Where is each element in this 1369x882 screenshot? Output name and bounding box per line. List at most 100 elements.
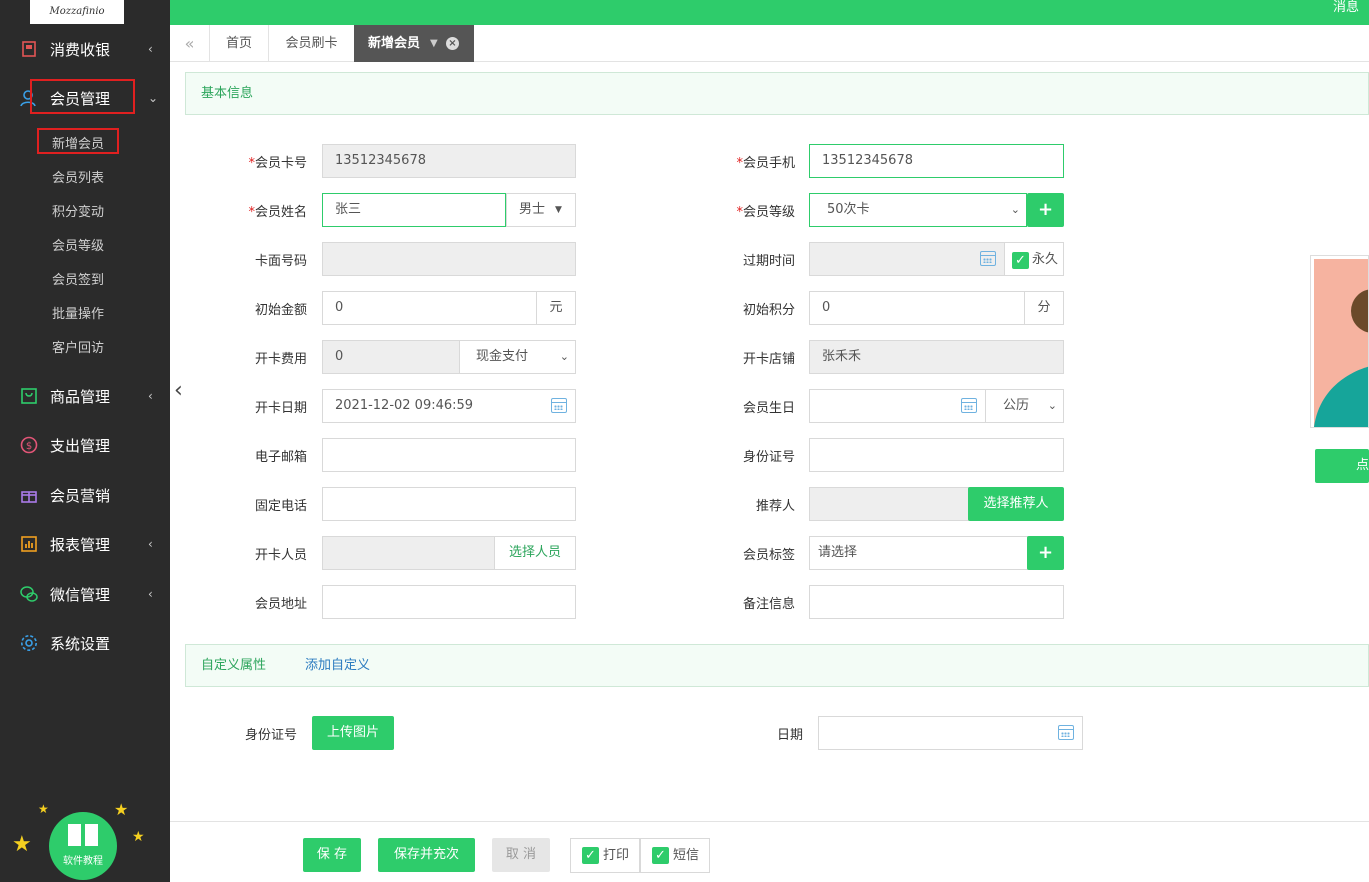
- init-points-label: 初始积分: [742, 303, 795, 318]
- tab-member-swipe[interactable]: 会员刷卡: [268, 25, 354, 62]
- opener-input[interactable]: [322, 536, 496, 570]
- mobile-input[interactable]: 13512345678: [809, 144, 1064, 178]
- gender-select[interactable]: 男士 ▼: [506, 193, 576, 227]
- init-amount-input[interactable]: 0: [322, 291, 537, 325]
- avatar-icon: [1314, 259, 1368, 427]
- menu-label: 报表管理: [50, 535, 111, 554]
- star-icon: ★: [12, 832, 32, 857]
- tags-label: 会员标签: [742, 548, 795, 563]
- init-points-input[interactable]: 0: [809, 291, 1025, 325]
- chevron-down-icon: ⌄: [559, 350, 569, 363]
- id-card-label: 身份证号: [742, 450, 795, 465]
- level-select[interactable]: 50次卡 ⌄: [809, 193, 1027, 227]
- highlight-box: [37, 128, 119, 154]
- card-fee-label: 开卡费用: [254, 352, 307, 367]
- email-label: 电子邮箱: [254, 450, 307, 465]
- calendar-icon[interactable]: [1058, 725, 1074, 740]
- chevron-left-icon: ‹: [148, 389, 153, 403]
- open-date-input[interactable]: 2021-12-02 09:46:59: [322, 389, 576, 423]
- add-tag-button[interactable]: +: [1027, 536, 1064, 570]
- menu-expense[interactable]: $ 支出管理: [0, 425, 170, 465]
- top-bar: 消息: [170, 0, 1369, 25]
- tags-select[interactable]: 请选择: [809, 536, 1028, 570]
- logo: Mozzafinio: [30, 0, 124, 24]
- chevron-down-icon: ⌄: [148, 91, 159, 105]
- expire-input[interactable]: [809, 242, 1005, 276]
- print-checkbox[interactable]: ✓ 打印: [570, 838, 640, 873]
- pay-method-select[interactable]: 现金支付 ⌄: [459, 340, 576, 374]
- sub-item-points[interactable]: 积分变动: [52, 201, 104, 220]
- select-referrer-button[interactable]: 选择推荐人: [968, 487, 1064, 521]
- product-icon: [21, 388, 37, 404]
- tab-home[interactable]: 首页: [210, 25, 268, 62]
- member-photo[interactable]: [1310, 255, 1369, 428]
- referrer-input[interactable]: [809, 487, 969, 521]
- calendar-type-select[interactable]: 公历 ⌄: [985, 389, 1064, 423]
- add-level-button[interactable]: +: [1027, 193, 1064, 227]
- gift-icon: [21, 491, 37, 503]
- init-amount-label: 初始金额: [254, 303, 307, 318]
- card-face-input[interactable]: [322, 242, 576, 276]
- sub-item-member-list[interactable]: 会员列表: [52, 167, 104, 186]
- email-input[interactable]: [322, 438, 576, 472]
- tab-scroll-left-icon[interactable]: «: [170, 25, 210, 62]
- card-no-input[interactable]: 13512345678: [322, 144, 576, 178]
- sidebar: Mozzafinio 消费收银 ‹ 会员管理 ⌄ 新增会员 会员列表 积分变动 …: [0, 0, 170, 882]
- report-icon: [21, 536, 37, 552]
- sub-item-levels[interactable]: 会员等级: [52, 235, 104, 254]
- menu-label: 消费收银: [50, 40, 111, 59]
- upload-photo-button[interactable]: 点: [1315, 449, 1369, 483]
- card-face-label: 卡面号码: [254, 254, 307, 269]
- expire-label: 过期时间: [742, 254, 795, 269]
- save-button[interactable]: 保 存: [303, 838, 361, 872]
- star-icon: ★: [114, 800, 129, 819]
- calendar-icon[interactable]: [551, 398, 567, 413]
- store-label: 开卡店铺: [742, 352, 795, 367]
- section-basic-info: 基本信息: [185, 72, 1369, 115]
- card-fee-input[interactable]: 0: [322, 340, 460, 374]
- menu-report[interactable]: 报表管理 ‹: [0, 524, 170, 564]
- menu-settings[interactable]: 系统设置: [0, 623, 170, 663]
- save-recharge-button[interactable]: 保存并充次: [378, 838, 475, 872]
- id-card-input[interactable]: [809, 438, 1064, 472]
- level-label: *会员等级: [736, 205, 795, 220]
- checkbox-checked-icon: ✓: [1012, 252, 1029, 269]
- store-input[interactable]: 张禾禾: [809, 340, 1064, 374]
- mobile-label: *会员手机: [736, 156, 795, 171]
- cancel-button[interactable]: 取 消: [492, 838, 550, 872]
- tutorial-badge[interactable]: 软件教程: [49, 812, 117, 880]
- menu-product[interactable]: 商品管理 ‹: [0, 376, 170, 416]
- select-opener-button[interactable]: 选择人员: [494, 536, 576, 570]
- tab-add-member[interactable]: 新增会员 ▼ ×: [354, 25, 474, 62]
- sms-checkbox[interactable]: ✓ 短信: [640, 838, 710, 873]
- forever-checkbox[interactable]: ✓ 永久: [1004, 242, 1064, 276]
- menu-marketing[interactable]: 会员营销: [0, 475, 170, 515]
- custom-date-input[interactable]: [818, 716, 1083, 750]
- menu-wechat[interactable]: 微信管理 ‹: [0, 574, 170, 614]
- name-input[interactable]: 张三: [322, 193, 506, 227]
- message-link[interactable]: 消息: [1333, 0, 1359, 16]
- menu-label: 商品管理: [50, 387, 111, 406]
- custom-attr-title: 自定义属性: [201, 658, 267, 673]
- pin-icon: ▼: [430, 38, 438, 49]
- add-custom-link[interactable]: 添加自定义: [305, 645, 370, 686]
- menu-label: 系统设置: [50, 634, 111, 653]
- cashier-icon: [22, 41, 36, 57]
- calendar-icon[interactable]: [980, 251, 996, 266]
- fixed-phone-input[interactable]: [322, 487, 576, 521]
- remark-input[interactable]: [809, 585, 1064, 619]
- wechat-icon: [20, 586, 38, 602]
- sub-item-revisit[interactable]: 客户回访: [52, 337, 104, 356]
- menu-label: 支出管理: [50, 436, 111, 455]
- upload-image-button[interactable]: 上传图片: [312, 716, 394, 750]
- birthday-input[interactable]: [809, 389, 986, 423]
- address-input[interactable]: [322, 585, 576, 619]
- close-icon[interactable]: ×: [446, 37, 459, 50]
- chevron-left-icon[interactable]: ‹: [174, 378, 183, 403]
- star-icon: ★: [38, 802, 49, 816]
- menu-cashier[interactable]: 消费收银 ‹: [0, 29, 170, 69]
- sub-item-signin[interactable]: 会员签到: [52, 269, 104, 288]
- birthday-label: 会员生日: [742, 401, 795, 416]
- calendar-icon[interactable]: [961, 398, 977, 413]
- sub-item-batch[interactable]: 批量操作: [52, 303, 104, 322]
